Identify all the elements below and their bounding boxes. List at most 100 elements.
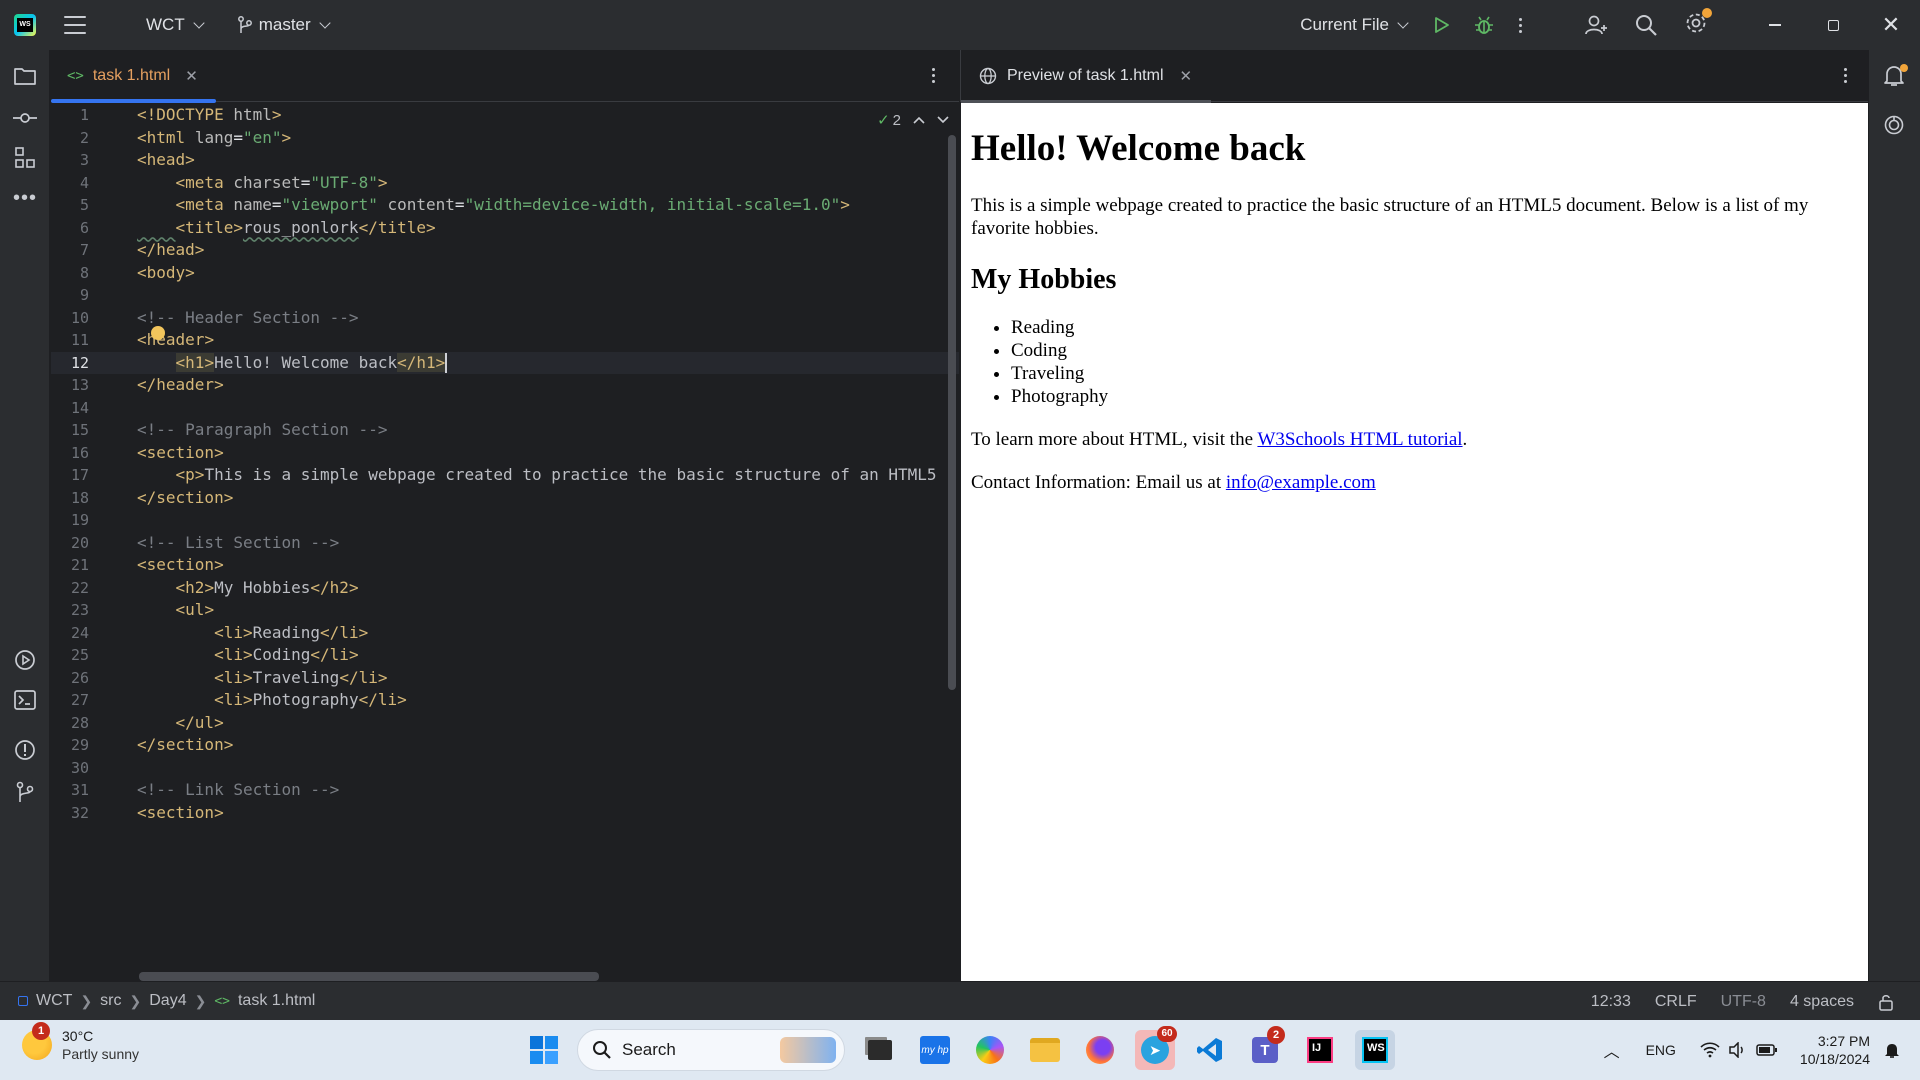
- horizontal-scrollbar[interactable]: [139, 972, 599, 981]
- debug-icon[interactable]: [1473, 14, 1495, 36]
- taskbar-app-vscode[interactable]: [1190, 1030, 1230, 1070]
- more-tool-windows-icon[interactable]: •••: [13, 186, 37, 210]
- inspection-widget[interactable]: ✓ 2: [877, 111, 949, 129]
- code-line[interactable]: <!-- Link Section -->: [137, 779, 339, 802]
- code-line[interactable]: <p>This is a simple webpage created to p…: [137, 464, 937, 487]
- code-line[interactable]: </section>: [137, 734, 233, 757]
- code-area[interactable]: <!DOCTYPE html> <html lang="en"> <head> <m…: [137, 103, 949, 981]
- code-line[interactable]: <li>Coding</li>: [137, 644, 359, 667]
- vcs-branch-widget[interactable]: master: [237, 15, 331, 35]
- task-view-button[interactable]: [860, 1030, 900, 1070]
- taskbar-search[interactable]: Search: [577, 1029, 845, 1071]
- code-line[interactable]: <title>rous_ponlork</title>: [137, 217, 436, 240]
- code-line[interactable]: <header>: [137, 329, 214, 352]
- line-separator[interactable]: CRLF: [1655, 993, 1697, 1011]
- main-menu-icon[interactable]: [64, 16, 86, 34]
- lock-open-icon[interactable]: [1878, 993, 1894, 1011]
- add-user-icon[interactable]: [1584, 13, 1608, 37]
- weather-widget[interactable]: 1 30°C Partly sunny: [22, 1022, 139, 1062]
- chevron-down-icon[interactable]: [937, 116, 949, 124]
- breadcrumb-item[interactable]: Day4: [149, 992, 186, 1010]
- code-line[interactable]: <ul>: [137, 599, 215, 622]
- wifi-icon[interactable]: [1700, 1042, 1720, 1058]
- volume-icon[interactable]: [1728, 1042, 1748, 1058]
- taskbar-app-telegram[interactable]: ➤ 60: [1135, 1026, 1177, 1070]
- code-line[interactable]: <li>Reading</li>: [137, 622, 368, 645]
- w3schools-link[interactable]: W3Schools HTML tutorial: [1257, 429, 1462, 450]
- caret-position[interactable]: 12:33: [1591, 993, 1631, 1011]
- code-line[interactable]: </head>: [137, 239, 204, 262]
- vertical-scrollbar[interactable]: [948, 135, 956, 690]
- code-line[interactable]: <h2>My Hobbies</h2>: [137, 577, 359, 600]
- editor-tab-task1[interactable]: <> task 1.html ✕: [51, 50, 216, 103]
- taskbar-app-webstorm[interactable]: WS: [1355, 1030, 1395, 1070]
- taskbar-app-firefox[interactable]: [1080, 1030, 1120, 1070]
- chevron-up-icon[interactable]: [913, 116, 925, 124]
- minimize-button[interactable]: [1746, 0, 1804, 50]
- taskbar-app-explorer[interactable]: [1025, 1030, 1065, 1070]
- notification-bell-icon[interactable]: [1884, 1041, 1900, 1059]
- preview-tab[interactable]: Preview of task 1.html ✕: [961, 50, 1211, 103]
- preview-subheading: My Hobbies: [971, 263, 1117, 295]
- code-line[interactable]: <!-- Paragraph Section -->: [137, 419, 387, 442]
- code-line[interactable]: <html lang="en">: [137, 127, 291, 150]
- code-line[interactable]: <h1>Hello! Welcome back</h1>: [137, 352, 448, 375]
- code-line[interactable]: </ul>: [137, 712, 224, 735]
- breadcrumb-item[interactable]: task 1.html: [238, 992, 315, 1010]
- taskbar-app-hp[interactable]: my hp: [915, 1030, 955, 1070]
- code-editor[interactable]: 1 2 3 4 5 6 7 8 9 10 11 12 13 14 15 16 17 18 19 20 21 22 23 24 2…: [51, 103, 959, 981]
- run-config-selector[interactable]: Current File: [1300, 15, 1409, 35]
- terminal-icon[interactable]: [13, 688, 37, 712]
- taskbar-app-teams[interactable]: T 2: [1245, 1026, 1285, 1070]
- code-line[interactable]: <section>: [137, 442, 224, 465]
- settings-button[interactable]: [1684, 7, 1712, 40]
- file-encoding[interactable]: UTF-8: [1721, 993, 1766, 1011]
- webstorm-logo-icon[interactable]: [14, 14, 36, 36]
- code-line[interactable]: <!-- Header Section -->: [137, 307, 359, 330]
- clock[interactable]: 3:27 PM 10/18/2024: [1800, 1033, 1870, 1067]
- commit-icon[interactable]: [13, 106, 37, 130]
- code-line[interactable]: <!DOCTYPE html>: [137, 104, 282, 127]
- project-icon: [18, 996, 28, 1006]
- search-icon[interactable]: [1634, 13, 1658, 37]
- code-line[interactable]: <!-- List Section -->: [137, 532, 339, 555]
- restore-button[interactable]: [1804, 0, 1862, 50]
- code-line[interactable]: <section>: [137, 554, 224, 577]
- problems-icon[interactable]: [13, 738, 37, 762]
- code-line[interactable]: <body>: [137, 262, 195, 285]
- code-line[interactable]: <li>Traveling</li>: [137, 667, 387, 690]
- ai-assistant-icon[interactable]: [1883, 114, 1905, 141]
- more-actions-icon[interactable]: [1519, 17, 1522, 33]
- git-icon[interactable]: [13, 780, 37, 804]
- email-link[interactable]: info@example.com: [1226, 472, 1376, 493]
- breadcrumb-item[interactable]: WCT: [36, 992, 72, 1010]
- battery-icon[interactable]: [1756, 1043, 1778, 1057]
- run-icon[interactable]: [1431, 15, 1451, 35]
- code-line[interactable]: </header>: [137, 374, 224, 397]
- project-widget[interactable]: WCT: [146, 15, 205, 35]
- code-line[interactable]: <head>: [137, 149, 195, 172]
- close-tab-icon[interactable]: ✕: [185, 67, 198, 85]
- editor-tab-options-icon[interactable]: [932, 68, 935, 83]
- close-tab-icon[interactable]: ✕: [1180, 67, 1193, 85]
- close-icon: ✕: [1881, 12, 1901, 37]
- intention-bulb-icon[interactable]: [151, 326, 165, 340]
- breadcrumb-item[interactable]: src: [100, 992, 121, 1010]
- notifications-button[interactable]: [1883, 64, 1908, 93]
- start-button[interactable]: [524, 1030, 564, 1070]
- code-line[interactable]: <li>Photography</li>: [137, 689, 407, 712]
- close-window-button[interactable]: ✕: [1862, 0, 1920, 50]
- input-language[interactable]: ENG: [1646, 1042, 1676, 1058]
- taskbar-app-copilot[interactable]: [970, 1030, 1010, 1070]
- code-line[interactable]: </section>: [137, 487, 233, 510]
- services-icon[interactable]: [13, 648, 37, 672]
- code-line[interactable]: <meta name="viewport" content="width=dev…: [137, 194, 850, 217]
- preview-options-icon[interactable]: [1844, 68, 1847, 83]
- structure-icon[interactable]: [13, 146, 37, 170]
- code-line[interactable]: <meta charset="UTF-8">: [137, 172, 388, 195]
- taskbar-app-intellij[interactable]: IJ: [1300, 1030, 1340, 1070]
- indent-setting[interactable]: 4 spaces: [1790, 993, 1854, 1011]
- code-line[interactable]: <section>: [137, 802, 224, 825]
- show-hidden-icons-icon[interactable]: ︿: [1604, 1038, 1620, 1062]
- project-view-icon[interactable]: [13, 64, 37, 88]
